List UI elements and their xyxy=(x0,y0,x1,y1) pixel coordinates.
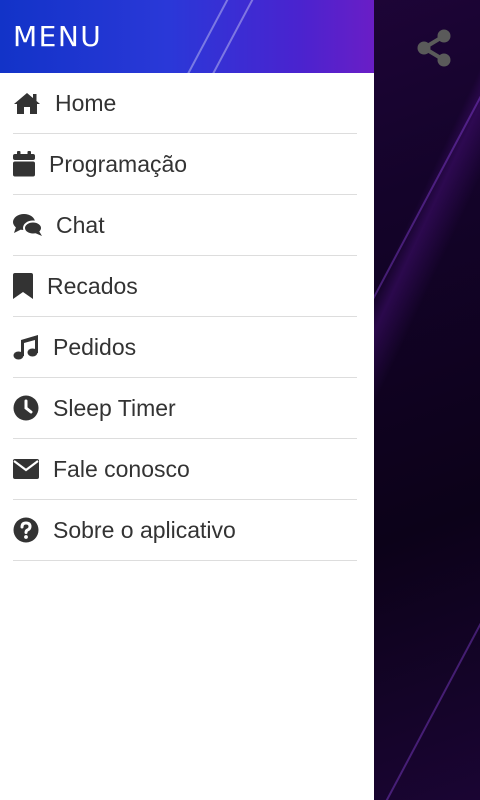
menu-item-fale-conosco[interactable]: Fale conosco xyxy=(13,439,357,500)
app-screen: MENU Home Programação Chat Recados Pedid… xyxy=(0,0,480,800)
menu-item-label: Programação xyxy=(49,150,188,177)
home-icon xyxy=(13,88,43,118)
menu-item-label: Chat xyxy=(56,211,105,238)
menu-item-pedidos[interactable]: Pedidos xyxy=(13,317,357,378)
menu-item-label: Sobre o aplicativo xyxy=(53,516,236,543)
share-button[interactable] xyxy=(414,28,454,68)
menu-item-home[interactable]: Home xyxy=(13,73,357,134)
header-streak xyxy=(176,0,236,73)
chat-bubbles-icon xyxy=(13,210,43,240)
menu-item-sleep-timer[interactable]: Sleep Timer xyxy=(13,378,357,439)
drawer-header: MENU xyxy=(0,0,374,73)
menu-item-label: Home xyxy=(55,89,117,116)
menu-item-sobre[interactable]: Sobre o aplicativo xyxy=(13,500,357,561)
bookmark-icon xyxy=(13,271,37,301)
header-streak xyxy=(201,0,261,73)
menu-list: Home Programação Chat Recados Pedidos Sl… xyxy=(0,73,374,561)
calendar-icon xyxy=(13,149,39,179)
music-note-icon xyxy=(13,332,43,362)
menu-item-label: Fale conosco xyxy=(53,455,190,482)
menu-item-recados[interactable]: Recados xyxy=(13,256,357,317)
drawer-title: MENU xyxy=(13,20,103,53)
menu-item-label: Pedidos xyxy=(53,333,137,360)
share-icon xyxy=(417,29,451,67)
navigation-drawer: MENU Home Programação Chat Recados Pedid… xyxy=(0,0,374,800)
background-streak xyxy=(359,57,480,323)
clock-icon xyxy=(13,393,43,423)
question-circle-icon xyxy=(13,515,43,545)
envelope-icon xyxy=(13,454,43,484)
menu-item-label: Recados xyxy=(47,272,138,299)
menu-item-label: Sleep Timer xyxy=(53,394,176,421)
background-streak xyxy=(384,537,480,800)
menu-item-programacao[interactable]: Programação xyxy=(13,134,357,195)
menu-item-chat[interactable]: Chat xyxy=(13,195,357,256)
